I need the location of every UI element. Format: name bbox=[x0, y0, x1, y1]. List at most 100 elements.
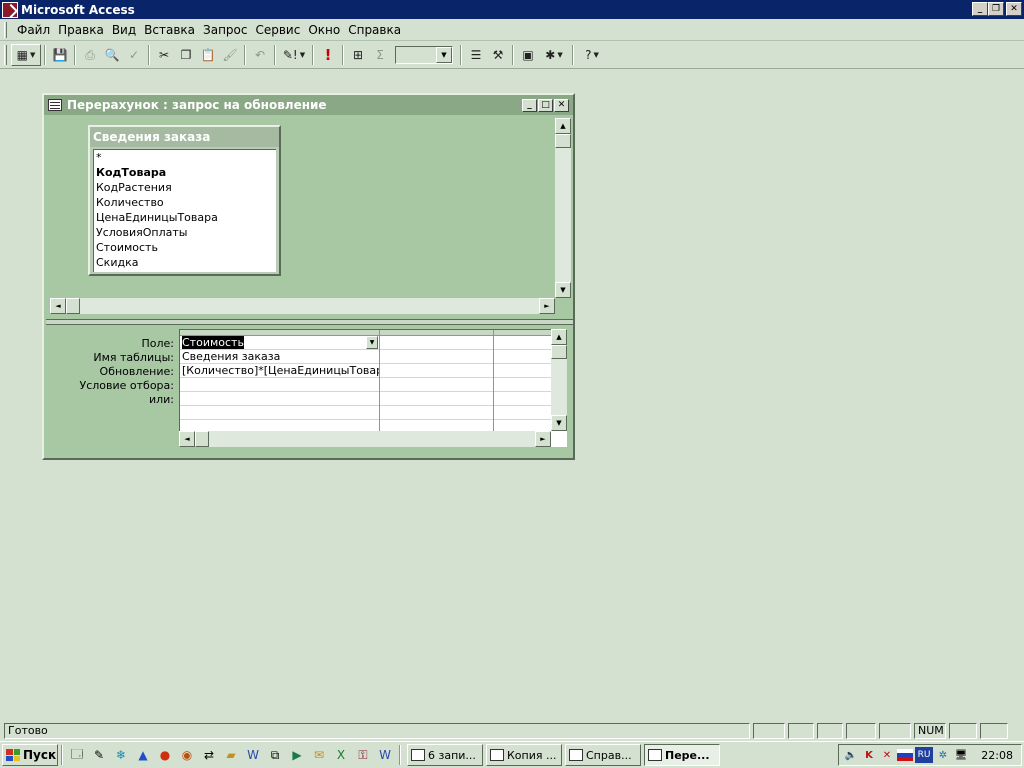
field-list-title[interactable]: Сведения заказа bbox=[90, 127, 279, 147]
grid-cell-or[interactable] bbox=[380, 392, 493, 406]
grid-cell-table[interactable]: Сведения заказа bbox=[180, 350, 379, 364]
task-button[interactable]: 6 запи... bbox=[407, 744, 483, 766]
grid-cell-table[interactable] bbox=[494, 350, 552, 364]
spelling-icon[interactable]: ✓ bbox=[123, 44, 145, 66]
grid-cell-criteria[interactable] bbox=[494, 378, 552, 392]
builder-icon[interactable]: ⚒ bbox=[487, 44, 509, 66]
utility-icon[interactable]: ✲ bbox=[935, 747, 951, 763]
properties-icon[interactable]: ☰ bbox=[465, 44, 487, 66]
network-status-icon[interactable]: ✕ bbox=[879, 747, 895, 763]
clock[interactable]: 22:08 bbox=[981, 749, 1021, 762]
menu-tools[interactable]: Сервис bbox=[251, 21, 304, 39]
field-item[interactable]: * bbox=[96, 150, 276, 165]
restore-button[interactable]: ❐ bbox=[988, 2, 1004, 16]
quicklaunch-desktop-icon[interactable]: 🗔 bbox=[66, 744, 88, 766]
menu-window[interactable]: Окно bbox=[304, 21, 344, 39]
grid-cell-field[interactable] bbox=[494, 336, 552, 350]
scroll-up-icon[interactable]: ▲ bbox=[551, 329, 567, 345]
quicklaunch-word-icon[interactable]: W bbox=[242, 744, 264, 766]
speaker-icon[interactable]: 🔈 bbox=[843, 747, 859, 763]
start-button[interactable]: Пуск bbox=[2, 744, 58, 766]
copy-icon[interactable]: ❐ bbox=[175, 44, 197, 66]
scroll-right-icon[interactable]: ► bbox=[539, 298, 555, 314]
grid-cell-criteria[interactable] bbox=[180, 378, 379, 392]
quicklaunch-circle-icon[interactable]: ● bbox=[154, 744, 176, 766]
quicklaunch-publisher-icon[interactable]: ▶ bbox=[286, 744, 308, 766]
monitor-icon[interactable]: 🖥 bbox=[953, 747, 969, 763]
table-pane-vertical-scrollbar[interactable]: ▲ ▼ bbox=[555, 118, 571, 298]
help-icon[interactable]: ? ▼ bbox=[577, 44, 607, 66]
field-item[interactable]: КодРастения bbox=[96, 180, 276, 195]
query-maximize-button[interactable]: □ bbox=[538, 99, 553, 112]
chevron-down-icon[interactable]: ▼ bbox=[436, 47, 452, 63]
scroll-down-icon[interactable]: ▼ bbox=[551, 415, 567, 431]
query-close-button[interactable]: ✕ bbox=[554, 99, 569, 112]
query-minimize-button[interactable]: _ bbox=[522, 99, 537, 112]
paste-icon[interactable]: 📋 bbox=[197, 44, 219, 66]
task-button[interactable]: Копия ... bbox=[486, 744, 562, 766]
grid-cell-or[interactable] bbox=[494, 392, 552, 406]
antivirus-icon[interactable]: K bbox=[861, 747, 877, 763]
view-icon[interactable]: ▦ ▼ bbox=[11, 44, 41, 66]
scroll-thumb[interactable] bbox=[195, 431, 209, 447]
field-item[interactable]: УсловияОплаты bbox=[96, 225, 276, 240]
grid-horizontal-scrollbar[interactable]: ◄ ► bbox=[179, 431, 551, 447]
quicklaunch-word2-icon[interactable]: W bbox=[374, 744, 396, 766]
table-pane[interactable]: Сведения заказа * КодТовара КодРастения … bbox=[50, 118, 571, 314]
quicklaunch-frontpage-icon[interactable]: ⧉ bbox=[264, 744, 286, 766]
table-pane-horizontal-scrollbar[interactable]: ◄ ► bbox=[50, 298, 555, 314]
show-table-icon[interactable]: ⊞ bbox=[347, 44, 369, 66]
cut-icon[interactable]: ✂ bbox=[153, 44, 175, 66]
scroll-left-icon[interactable]: ◄ bbox=[179, 431, 195, 447]
scroll-thumb[interactable] bbox=[551, 345, 567, 359]
grid-cell-empty[interactable] bbox=[180, 406, 379, 420]
grid-cell-table[interactable] bbox=[380, 350, 493, 364]
field-list[interactable]: * КодТовара КодРастения Количество ЦенаЕ… bbox=[93, 149, 276, 272]
top-values-combo[interactable]: ▼ bbox=[395, 46, 453, 64]
grid-cell-update[interactable] bbox=[494, 364, 552, 378]
scroll-up-icon[interactable]: ▲ bbox=[555, 118, 571, 134]
quicklaunch-excel-icon[interactable]: X bbox=[330, 744, 352, 766]
scroll-left-icon[interactable]: ◄ bbox=[50, 298, 66, 314]
quicklaunch-access-icon[interactable]: ⚿ bbox=[352, 744, 374, 766]
grid-cell-empty[interactable] bbox=[380, 406, 493, 420]
grid-cell-update[interactable] bbox=[380, 364, 493, 378]
quicklaunch-snowflake-icon[interactable]: ❄ bbox=[110, 744, 132, 766]
grid-cell-empty[interactable] bbox=[494, 406, 552, 420]
menu-edit[interactable]: Правка bbox=[54, 21, 108, 39]
close-button[interactable]: ✕ bbox=[1006, 2, 1022, 16]
quicklaunch-network-icon[interactable]: ⇄ bbox=[198, 744, 220, 766]
field-item[interactable]: Стоимость bbox=[96, 240, 276, 255]
run-icon[interactable]: ! bbox=[317, 44, 339, 66]
print-icon[interactable]: ⎙ bbox=[79, 44, 101, 66]
pane-splitter[interactable] bbox=[46, 319, 573, 325]
query-type-icon[interactable]: ✎! ▼ bbox=[279, 44, 309, 66]
field-item-key[interactable]: КодТовара bbox=[96, 165, 276, 180]
grid-cell-criteria[interactable] bbox=[380, 378, 493, 392]
quicklaunch-folder-icon[interactable]: ▰ bbox=[220, 744, 242, 766]
query-window-title-bar[interactable]: Перерахунок : запрос на обновление _ □ ✕ bbox=[44, 95, 573, 115]
toolbar-grip[interactable] bbox=[4, 45, 7, 65]
grid-cell-update[interactable]: [Количество]*[ЦенаЕдиницыТовара] bbox=[180, 364, 379, 378]
quicklaunch-triangle-icon[interactable]: ▲ bbox=[132, 744, 154, 766]
grid-cell-field[interactable] bbox=[380, 336, 493, 350]
menu-file[interactable]: Файл bbox=[13, 21, 54, 39]
chevron-down-icon[interactable]: ▼ bbox=[366, 336, 378, 349]
undo-icon[interactable]: ↶ bbox=[249, 44, 271, 66]
field-item[interactable]: ЦенаЕдиницыТовара bbox=[96, 210, 276, 225]
query-icon[interactable] bbox=[48, 99, 62, 111]
design-grid[interactable]: Стоимость ▼ Сведения заказа [Количество]*… bbox=[179, 329, 567, 447]
task-button[interactable]: Справ... bbox=[565, 744, 641, 766]
new-object-icon[interactable]: ✱ ▼ bbox=[539, 44, 569, 66]
grid-cell-field[interactable]: Стоимость ▼ bbox=[180, 336, 379, 350]
field-list-window[interactable]: Сведения заказа * КодТовара КодРастения … bbox=[88, 125, 281, 276]
totals-icon[interactable]: Σ bbox=[369, 44, 391, 66]
task-button-active[interactable]: Пере... bbox=[644, 744, 720, 766]
menu-help[interactable]: Справка bbox=[344, 21, 405, 39]
database-window-icon[interactable]: ▣ bbox=[517, 44, 539, 66]
quicklaunch-player-icon[interactable]: ◉ bbox=[176, 744, 198, 766]
grid-cell-or[interactable] bbox=[180, 392, 379, 406]
scroll-thumb[interactable] bbox=[555, 134, 571, 148]
scroll-right-icon[interactable]: ► bbox=[535, 431, 551, 447]
field-item[interactable]: Скидка bbox=[96, 255, 276, 270]
